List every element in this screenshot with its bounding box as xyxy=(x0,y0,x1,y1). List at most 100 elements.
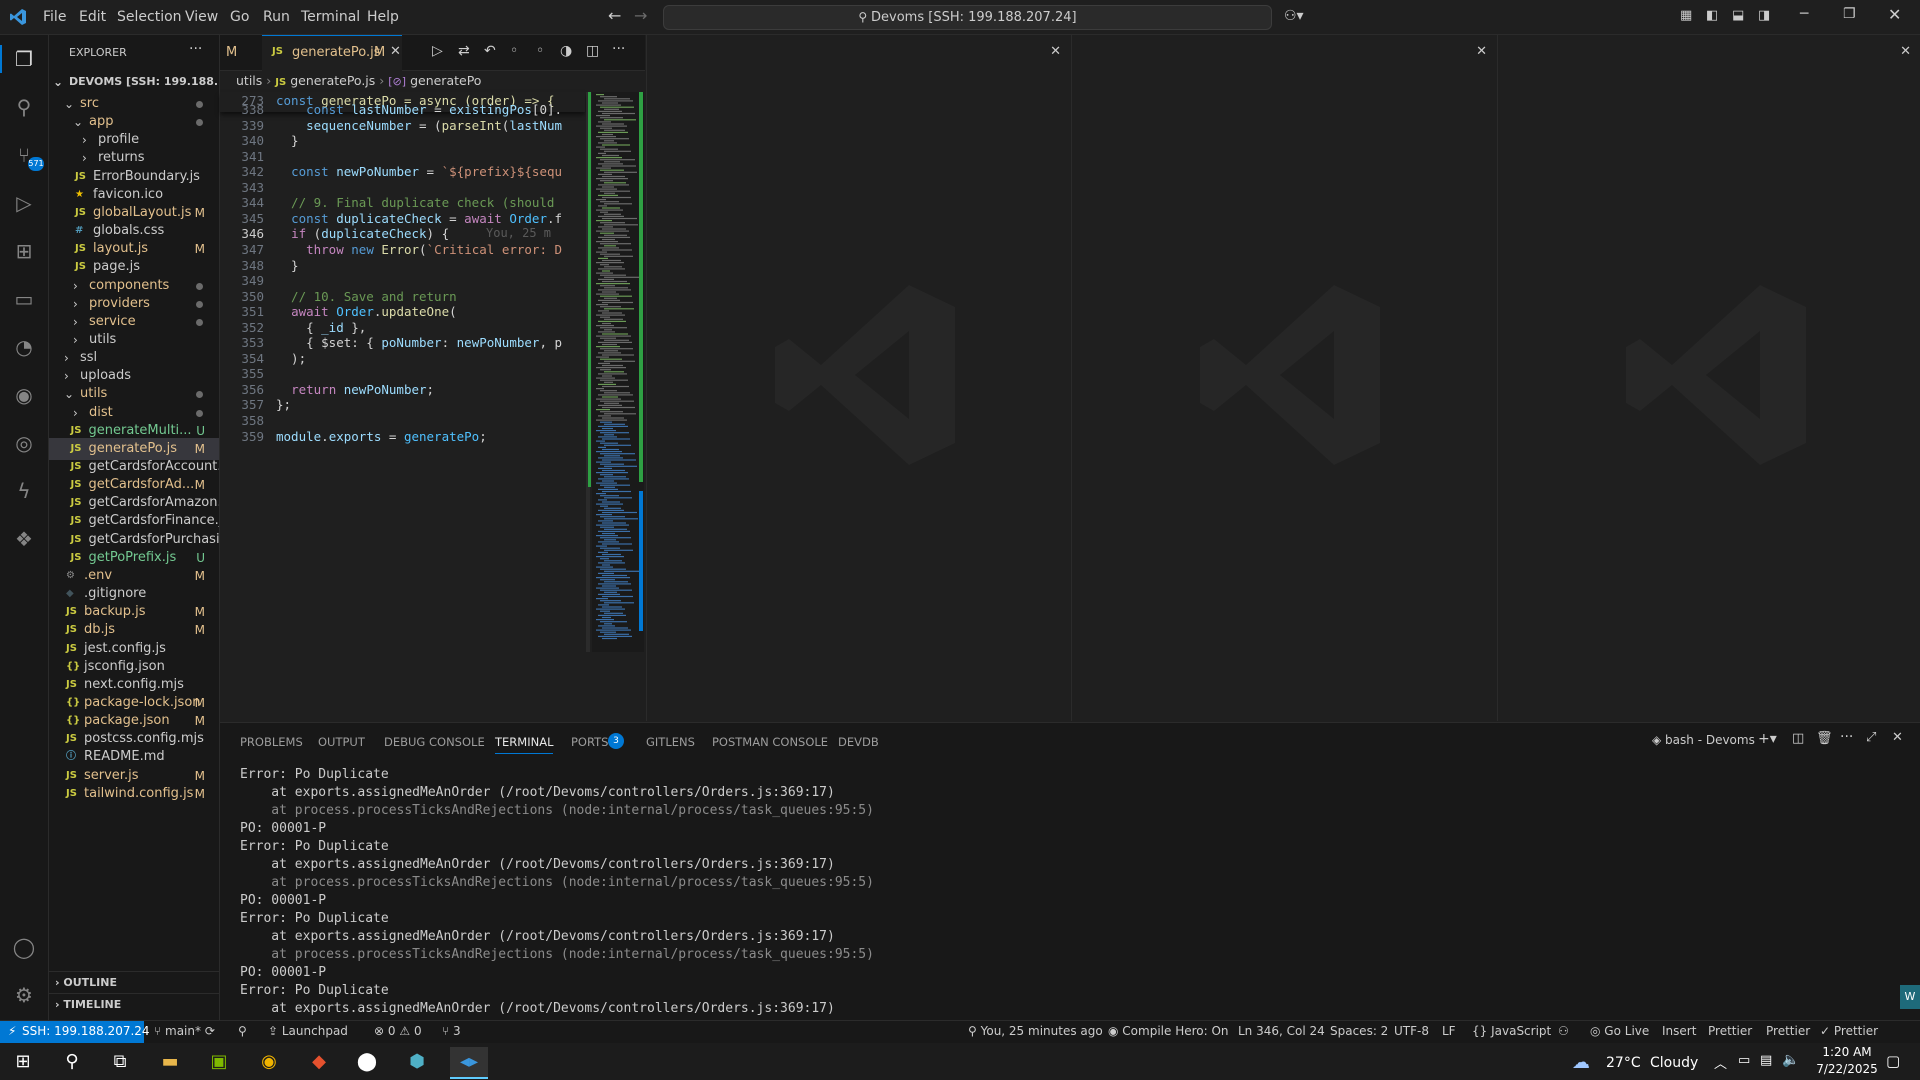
breadcrumb-folder[interactable]: utils xyxy=(236,73,262,88)
restore-icon[interactable]: ❐ xyxy=(1843,6,1856,22)
chrome-icon[interactable]: ◉ xyxy=(254,1047,284,1077)
indentation[interactable]: Spaces: 2 xyxy=(1330,1024,1388,1038)
windows-start-icon[interactable]: ⊞ xyxy=(8,1047,38,1077)
menu-run[interactable]: Run xyxy=(263,9,290,25)
zoho-app-icon[interactable]: ◆ xyxy=(304,1047,334,1077)
git-graph-icon[interactable]: ◎ xyxy=(10,429,38,457)
side-widget-w[interactable]: W xyxy=(1900,985,1920,1009)
workspace-root[interactable]: ⌄DEVOMS [SSH: 199.188.20... xyxy=(49,71,219,93)
editor-group-2[interactable]: ✕ xyxy=(646,35,1071,721)
branch-indicator[interactable]: ⑂ main* ⟳ xyxy=(154,1024,215,1038)
launchpad-indicator[interactable]: ⇪ Launchpad xyxy=(268,1024,348,1038)
gitlens-forward-icon[interactable]: ◦ xyxy=(536,43,544,59)
run-file-icon[interactable]: ▷ xyxy=(432,43,443,59)
vscode-taskbar-icon[interactable]: ◂▸ xyxy=(450,1047,488,1079)
close-window-icon[interactable]: ✕ xyxy=(1888,5,1901,24)
volume-icon[interactable]: 🔈 xyxy=(1782,1052,1799,1068)
language-mode[interactable]: {} JavaScript xyxy=(1472,1024,1551,1038)
prettier-status-3[interactable]: ✓ Prettier xyxy=(1820,1024,1878,1038)
toggle-sidebar-icon[interactable]: ◧ xyxy=(1706,8,1718,23)
breadcrumb-file[interactable]: generatePo.js xyxy=(290,73,375,88)
tab-output[interactable]: OUTPUT xyxy=(318,735,365,749)
command-center[interactable]: ⚲ Devoms [SSH: 199.188.207.24] xyxy=(663,5,1272,30)
forward-arrow-icon[interactable]: → xyxy=(634,6,647,25)
cursor-position[interactable]: Ln 346, Col 24 xyxy=(1238,1024,1325,1038)
minimize-icon[interactable]: ─ xyxy=(1800,6,1808,22)
tab-postman-console[interactable]: POSTMAN CONSOLE xyxy=(712,735,828,749)
dev-app-icon[interactable]: ⬢ xyxy=(402,1047,432,1077)
new-terminal-icon[interactable]: +▾ xyxy=(1758,731,1777,747)
prettier-status-1[interactable]: Prettier xyxy=(1708,1024,1752,1038)
extensions-icon[interactable]: ⊞ xyxy=(10,237,38,265)
run-debug-icon[interactable]: ▷ xyxy=(10,189,38,217)
menu-terminal[interactable]: Terminal xyxy=(301,9,360,25)
close-tab-icon[interactable]: ✕ xyxy=(390,44,401,59)
close-group-icon[interactable]: ✕ xyxy=(1476,44,1487,59)
go-live-button[interactable]: ◎ Go Live xyxy=(1590,1024,1649,1038)
network-icon[interactable]: ▤ xyxy=(1760,1053,1772,1068)
notifications-icon[interactable]: ▢ xyxy=(1886,1052,1900,1070)
menu-file[interactable]: File xyxy=(43,9,66,25)
close-group-icon[interactable]: ✕ xyxy=(1900,44,1911,59)
problems-indicator[interactable]: ⊗ 0 ⚠ 0 xyxy=(374,1024,422,1038)
compile-hero-indicator[interactable]: ◉ Compile Hero: On xyxy=(1108,1024,1229,1038)
gitlens-status-icon[interactable]: ⚲ xyxy=(238,1024,247,1038)
tab-generatepo[interactable]: JS generatePo.js M ✕ xyxy=(262,35,402,71)
minimap[interactable] xyxy=(592,92,644,652)
menu-go[interactable]: Go xyxy=(230,9,249,25)
kill-terminal-icon[interactable]: 🗑 xyxy=(1816,731,1833,746)
editor-more-icon[interactable]: ··· xyxy=(612,41,625,57)
battery-icon[interactable]: ▭ xyxy=(1738,1053,1750,1068)
taskbar-search-icon[interactable]: ⚲ xyxy=(57,1047,87,1077)
postman-icon[interactable]: ◉ xyxy=(10,381,38,409)
settings-gear-icon[interactable]: ⚙ xyxy=(10,981,38,1009)
weather-temp[interactable]: 27°C xyxy=(1606,1055,1641,1071)
end-of-line[interactable]: LF xyxy=(1442,1024,1456,1038)
close-panel-icon[interactable]: ✕ xyxy=(1892,730,1903,745)
blame-indicator[interactable]: ⚲ You, 25 minutes ago xyxy=(968,1024,1103,1038)
outline-section[interactable]: › OUTLINE xyxy=(49,971,219,994)
back-arrow-icon[interactable]: ← xyxy=(608,6,621,25)
gitlens-previous-icon[interactable]: ↶ xyxy=(484,43,496,59)
previous-tab-status[interactable]: M xyxy=(226,45,237,60)
ports-indicator[interactable]: ⑂ 3 xyxy=(442,1024,461,1038)
thunder-client-icon[interactable]: ϟ xyxy=(10,477,38,505)
tab-devdb[interactable]: DEVDB xyxy=(838,735,879,749)
timeline-icon[interactable]: ◑ xyxy=(560,43,572,59)
tab-debug-console[interactable]: DEBUG CONSOLE xyxy=(384,735,485,749)
menu-help[interactable]: Help xyxy=(367,9,399,25)
timeline-section[interactable]: › TIMELINE xyxy=(49,993,219,1016)
remote-indicator[interactable]: ⚡ SSH: 199.188.207.24 xyxy=(0,1021,150,1043)
code-editor[interactable]: utils › JS generatePo.js › [⊘] generateP… xyxy=(220,71,645,721)
tab-terminal[interactable]: TERMINAL xyxy=(495,735,554,754)
gitlens-icon[interactable]: ◔ xyxy=(10,333,38,361)
terminal-selector[interactable]: ◈ bash - Devoms xyxy=(1652,733,1755,747)
editor-group-3[interactable]: ✕ xyxy=(1071,35,1497,721)
copilot-icon[interactable]: ⚇▾ xyxy=(1284,8,1304,24)
search-icon[interactable]: ⚲ xyxy=(10,93,38,121)
layout-customize-icon[interactable]: ▦ xyxy=(1680,8,1692,23)
toggle-panel-icon[interactable]: ⬓ xyxy=(1732,8,1744,23)
compare-changes-icon[interactable]: ⇄ xyxy=(458,43,470,59)
tray-chevron-icon[interactable]: ︿ xyxy=(1714,1053,1727,1072)
menu-edit[interactable]: Edit xyxy=(79,9,106,25)
explorer-icon[interactable]: ❐ xyxy=(10,45,38,73)
accounts-icon[interactable]: ◯ xyxy=(10,933,38,961)
file-item[interactable]: JS tailwind.config.js M xyxy=(49,783,219,805)
split-editor-icon[interactable]: ◫ xyxy=(586,43,599,59)
insert-mode[interactable]: Insert xyxy=(1662,1024,1696,1038)
split-terminal-icon[interactable]: ◫ xyxy=(1792,731,1804,746)
editor-group-4[interactable]: ✕ xyxy=(1497,35,1920,721)
remote-explorer-icon[interactable]: ▭ xyxy=(10,285,38,313)
tab-gitlens[interactable]: GITLENS xyxy=(646,735,695,749)
task-view-icon[interactable]: ⧉ xyxy=(105,1047,135,1077)
copilot-status-icon[interactable]: ⚇ xyxy=(1558,1024,1569,1038)
tab-ports[interactable]: PORTS xyxy=(571,735,608,749)
encoding[interactable]: UTF-8 xyxy=(1394,1024,1429,1038)
weather-desc[interactable]: Cloudy xyxy=(1650,1055,1698,1071)
clock-date[interactable]: 7/22/2025 xyxy=(1816,1062,1878,1076)
maximize-panel-icon[interactable]: ⤢ xyxy=(1866,730,1876,745)
file-explorer-icon[interactable]: ▬ xyxy=(155,1047,185,1077)
breadcrumb-symbol[interactable]: generatePo xyxy=(410,73,481,88)
tab-problems[interactable]: PROBLEMS xyxy=(240,735,303,749)
